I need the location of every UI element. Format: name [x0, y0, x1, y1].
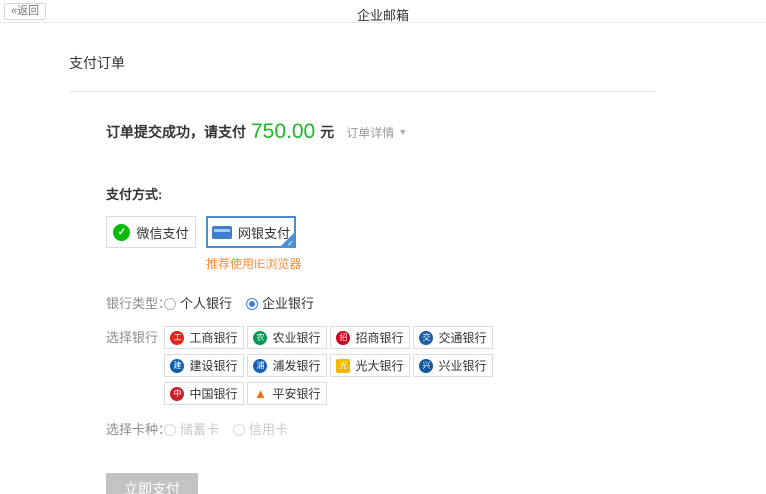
bank-label: 招商银行 [355, 329, 403, 346]
radio-enterprise-bank[interactable]: 企业银行 [246, 292, 314, 315]
radio-icon [246, 298, 258, 310]
bank-button-ccb[interactable]: 建 建设银行 [164, 354, 244, 377]
radio-icon [164, 298, 176, 310]
page-title: 支付订单 [69, 23, 766, 73]
currency-label: 元 [320, 122, 334, 142]
ie-browser-hint: 推荐使用IE浏览器 [206, 255, 766, 272]
topbar: «返回 企业邮箱 [0, 0, 766, 23]
bank-button-cmb[interactable]: 招 招商银行 [330, 326, 410, 349]
payment-method-wechat[interactable]: 微信支付 ✓ [106, 216, 196, 248]
bank-type-row: 银行类型： 个人银行 企业银行 [106, 292, 766, 315]
card-type-row: 选择卡种： 储蓄卡 信用卡 [106, 418, 766, 441]
bank-label: 交通银行 [438, 329, 486, 346]
bank-button-pab[interactable]: ▲ 平安银行 [247, 382, 327, 405]
wechat-pay-icon [113, 224, 130, 241]
ceb-bank-icon: 光 [336, 359, 350, 373]
bank-label: 浦发银行 [272, 357, 320, 374]
bank-card-icon [212, 226, 232, 239]
card-type-label: 选择卡种： [106, 418, 164, 441]
icbc-bank-icon: 工 [170, 331, 184, 345]
bank-type-label: 银行类型： [106, 292, 164, 315]
bank-label: 建设银行 [189, 357, 237, 374]
order-details-link[interactable]: 订单详情 [346, 124, 394, 141]
divider [69, 91, 655, 92]
bank-button-icbc[interactable]: 工 工商银行 [164, 326, 244, 349]
payment-panel: 订单提交成功，请支付 750.00 元 订单详情 ▼ 支付方式: 微信支付 ✓ … [69, 120, 766, 494]
abc-bank-icon: 农 [253, 331, 267, 345]
bank-button-cib[interactable]: 兴 兴业银行 [413, 354, 493, 377]
bank-select-row: 选择银行 工 工商银行 农 农业银行 招 招商银行 交 交通银行 建 建设银行 … [106, 326, 766, 405]
radio-label: 企业银行 [262, 292, 314, 315]
bank-label: 中国银行 [189, 385, 237, 402]
bank-select-label: 选择银行 [106, 326, 164, 349]
bank-button-boc[interactable]: 中 中国银行 [164, 382, 244, 405]
radio-label: 储蓄卡 [180, 418, 219, 441]
selected-check-icon: ✓ [287, 239, 294, 248]
bank-button-bocom[interactable]: 交 交通银行 [413, 326, 493, 349]
payment-method-list: 微信支付 ✓ 网银支付 ✓ [106, 216, 766, 248]
radio-debit-card[interactable]: 储蓄卡 [164, 418, 219, 441]
bank-button-ceb[interactable]: 光 光大银行 [330, 354, 410, 377]
chevron-down-icon[interactable]: ▼ [398, 127, 407, 137]
radio-label: 信用卡 [249, 418, 288, 441]
order-status-text: 订单提交成功，请支付 [106, 122, 246, 142]
bank-button-spdb[interactable]: 浦 浦发银行 [247, 354, 327, 377]
bank-label: 平安银行 [272, 385, 320, 402]
main-content: 支付订单 订单提交成功，请支付 750.00 元 订单详情 ▼ 支付方式: 微信… [0, 23, 766, 494]
boc-bank-icon: 中 [170, 387, 184, 401]
bank-label: 光大银行 [355, 357, 403, 374]
order-amount: 750.00 [251, 120, 315, 144]
radio-icon [164, 424, 176, 436]
pab-bank-icon: ▲ [253, 387, 267, 401]
payment-method-label-wechat: 微信支付 [136, 223, 188, 242]
cib-bank-icon: 兴 [419, 359, 433, 373]
spdb-bank-icon: 浦 [253, 359, 267, 373]
radio-personal-bank[interactable]: 个人银行 [164, 292, 232, 315]
pay-now-button[interactable]: 立即支付 [106, 473, 198, 494]
bank-grid: 工 工商银行 农 农业银行 招 招商银行 交 交通银行 建 建设银行 浦 浦发银… [164, 326, 500, 405]
bank-label: 兴业银行 [438, 357, 486, 374]
cmb-bank-icon: 招 [336, 331, 350, 345]
radio-icon [233, 424, 245, 436]
app-title: 企业邮箱 [0, 5, 766, 24]
order-summary-row: 订单提交成功，请支付 750.00 元 订单详情 ▼ [106, 120, 766, 144]
bank-label: 农业银行 [272, 329, 320, 346]
bank-label: 工商银行 [189, 329, 237, 346]
ccb-bank-icon: 建 [170, 359, 184, 373]
radio-credit-card[interactable]: 信用卡 [233, 418, 288, 441]
payment-method-label: 支付方式: [106, 184, 766, 203]
payment-method-netbank[interactable]: 网银支付 ✓ [206, 216, 296, 248]
bank-button-abc[interactable]: 农 农业银行 [247, 326, 327, 349]
bocom-bank-icon: 交 [419, 331, 433, 345]
radio-label: 个人银行 [180, 292, 232, 315]
